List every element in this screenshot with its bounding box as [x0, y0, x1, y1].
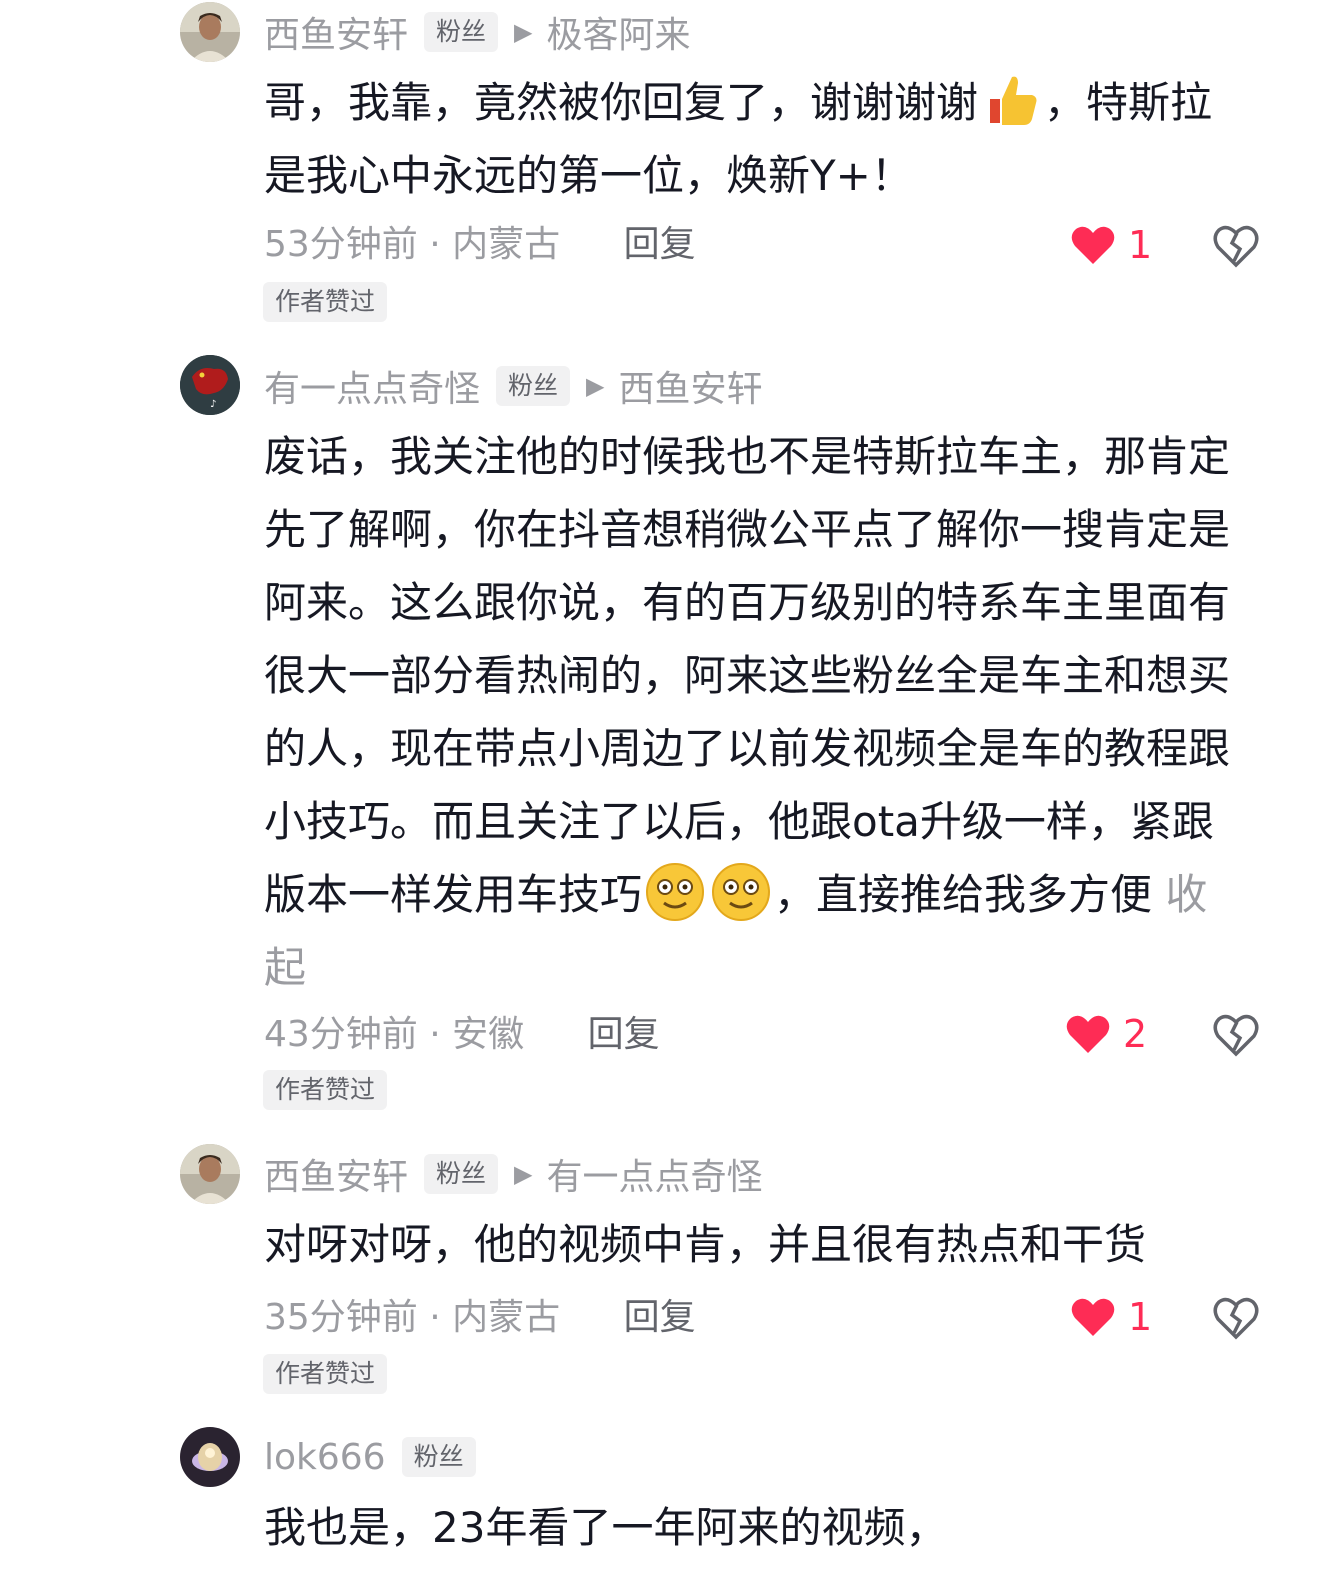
- comment-meta: 35分钟前 · 内蒙古 回复: [264, 1293, 696, 1343]
- avatar[interactable]: [180, 1427, 240, 1487]
- avatar[interactable]: ♪: [180, 355, 240, 415]
- time-location: 35分钟前 · 内蒙古: [264, 1297, 561, 1338]
- author-liked-tag: 作者赞过: [263, 282, 388, 322]
- username[interactable]: lok666: [264, 1437, 386, 1478]
- fan-badge: 粉丝: [424, 1154, 499, 1194]
- thumbs-up-emoji-icon: [990, 76, 1037, 125]
- like-button[interactable]: 2: [1065, 1009, 1147, 1059]
- comment-header: 西鱼安轩 粉丝 ▶ 有一点点奇怪: [264, 1148, 763, 1200]
- heart-icon: [1066, 1015, 1110, 1053]
- dislike-icon[interactable]: [1212, 1010, 1260, 1058]
- reply-to-username[interactable]: 极客阿来: [547, 6, 691, 58]
- time-location: 43分钟前 · 安徽: [264, 1014, 525, 1055]
- author-liked-tag: 作者赞过: [263, 1354, 388, 1394]
- reply-to-username[interactable]: 有一点点奇怪: [547, 1148, 763, 1200]
- dislike-icon[interactable]: [1212, 1293, 1260, 1341]
- svg-text:♪: ♪: [210, 399, 216, 410]
- username[interactable]: 有一点点奇怪: [264, 360, 480, 412]
- reply-to-username[interactable]: 西鱼安轩: [619, 360, 763, 412]
- username[interactable]: 西鱼安轩: [264, 6, 408, 58]
- comment-text: 哥，我靠，竟然被你回复了，谢谢谢谢 ，特斯拉是我心中永远的第一位，焕新Y+！: [264, 66, 1254, 212]
- smiley-emoji-icon: [646, 863, 705, 921]
- comment-text: 对呀对呀，他的视频中肯，并且很有热点和干货: [264, 1208, 1254, 1281]
- reply-arrow-icon: ▶: [586, 372, 605, 400]
- avatar[interactable]: [180, 1144, 240, 1204]
- reply-button[interactable]: 回复: [588, 1014, 660, 1055]
- heart-icon: [1071, 1298, 1115, 1336]
- like-count: 1: [1128, 1295, 1153, 1339]
- comment-text-part: ，直接推给我多方便: [774, 870, 1153, 919]
- reply-arrow-icon: ▶: [514, 1160, 533, 1188]
- reply-arrow-icon: ▶: [514, 18, 533, 46]
- comment-text-part: 对呀对呀，他的视频中肯，并且很有热点和干货: [264, 1220, 1147, 1269]
- like-count: 2: [1123, 1012, 1148, 1056]
- fan-badge: 粉丝: [496, 366, 571, 406]
- fan-badge: 粉丝: [401, 1437, 476, 1477]
- like-count: 1: [1128, 223, 1153, 267]
- comment-text: 废话，我关注他的时候我也不是特斯拉车主，那肯定先了解啊，你在抖音想稍微公平点了解…: [264, 420, 1239, 1004]
- smiley-emoji-icon: [712, 863, 771, 921]
- like-button[interactable]: 1: [1070, 220, 1152, 270]
- heart-icon: [1071, 226, 1115, 264]
- username[interactable]: 西鱼安轩: [264, 1148, 408, 1200]
- dislike-icon[interactable]: [1212, 221, 1260, 269]
- comment-meta: 43分钟前 · 安徽 回复: [264, 1010, 660, 1060]
- comment-text-part: 废话，我关注他的时候我也不是特斯拉车主，那肯定先了解啊，你在抖音想稍微公平点了解…: [264, 432, 1231, 919]
- time-location: 53分钟前 · 内蒙古: [264, 224, 561, 265]
- comment-text-part: 我也是，23年看了一年阿来的视频，: [264, 1503, 948, 1552]
- avatar[interactable]: [180, 2, 240, 62]
- reply-button[interactable]: 回复: [624, 1297, 696, 1338]
- comment-header: 有一点点奇怪 粉丝 ▶ 西鱼安轩: [264, 360, 763, 412]
- like-button[interactable]: 1: [1070, 1292, 1152, 1342]
- comment-text: 我也是，23年看了一年阿来的视频，: [264, 1491, 1254, 1564]
- comment-meta: 53分钟前 · 内蒙古 回复: [264, 220, 696, 270]
- comment-text-part: 哥，我靠，竟然被你回复了，谢谢谢谢: [264, 78, 979, 127]
- comment-header: lok666 粉丝: [264, 1434, 492, 1480]
- fan-badge: 粉丝: [424, 12, 499, 52]
- reply-button[interactable]: 回复: [624, 224, 696, 265]
- comment-header: 西鱼安轩 粉丝 ▶ 极客阿来: [264, 6, 691, 58]
- author-liked-tag: 作者赞过: [263, 1070, 388, 1110]
